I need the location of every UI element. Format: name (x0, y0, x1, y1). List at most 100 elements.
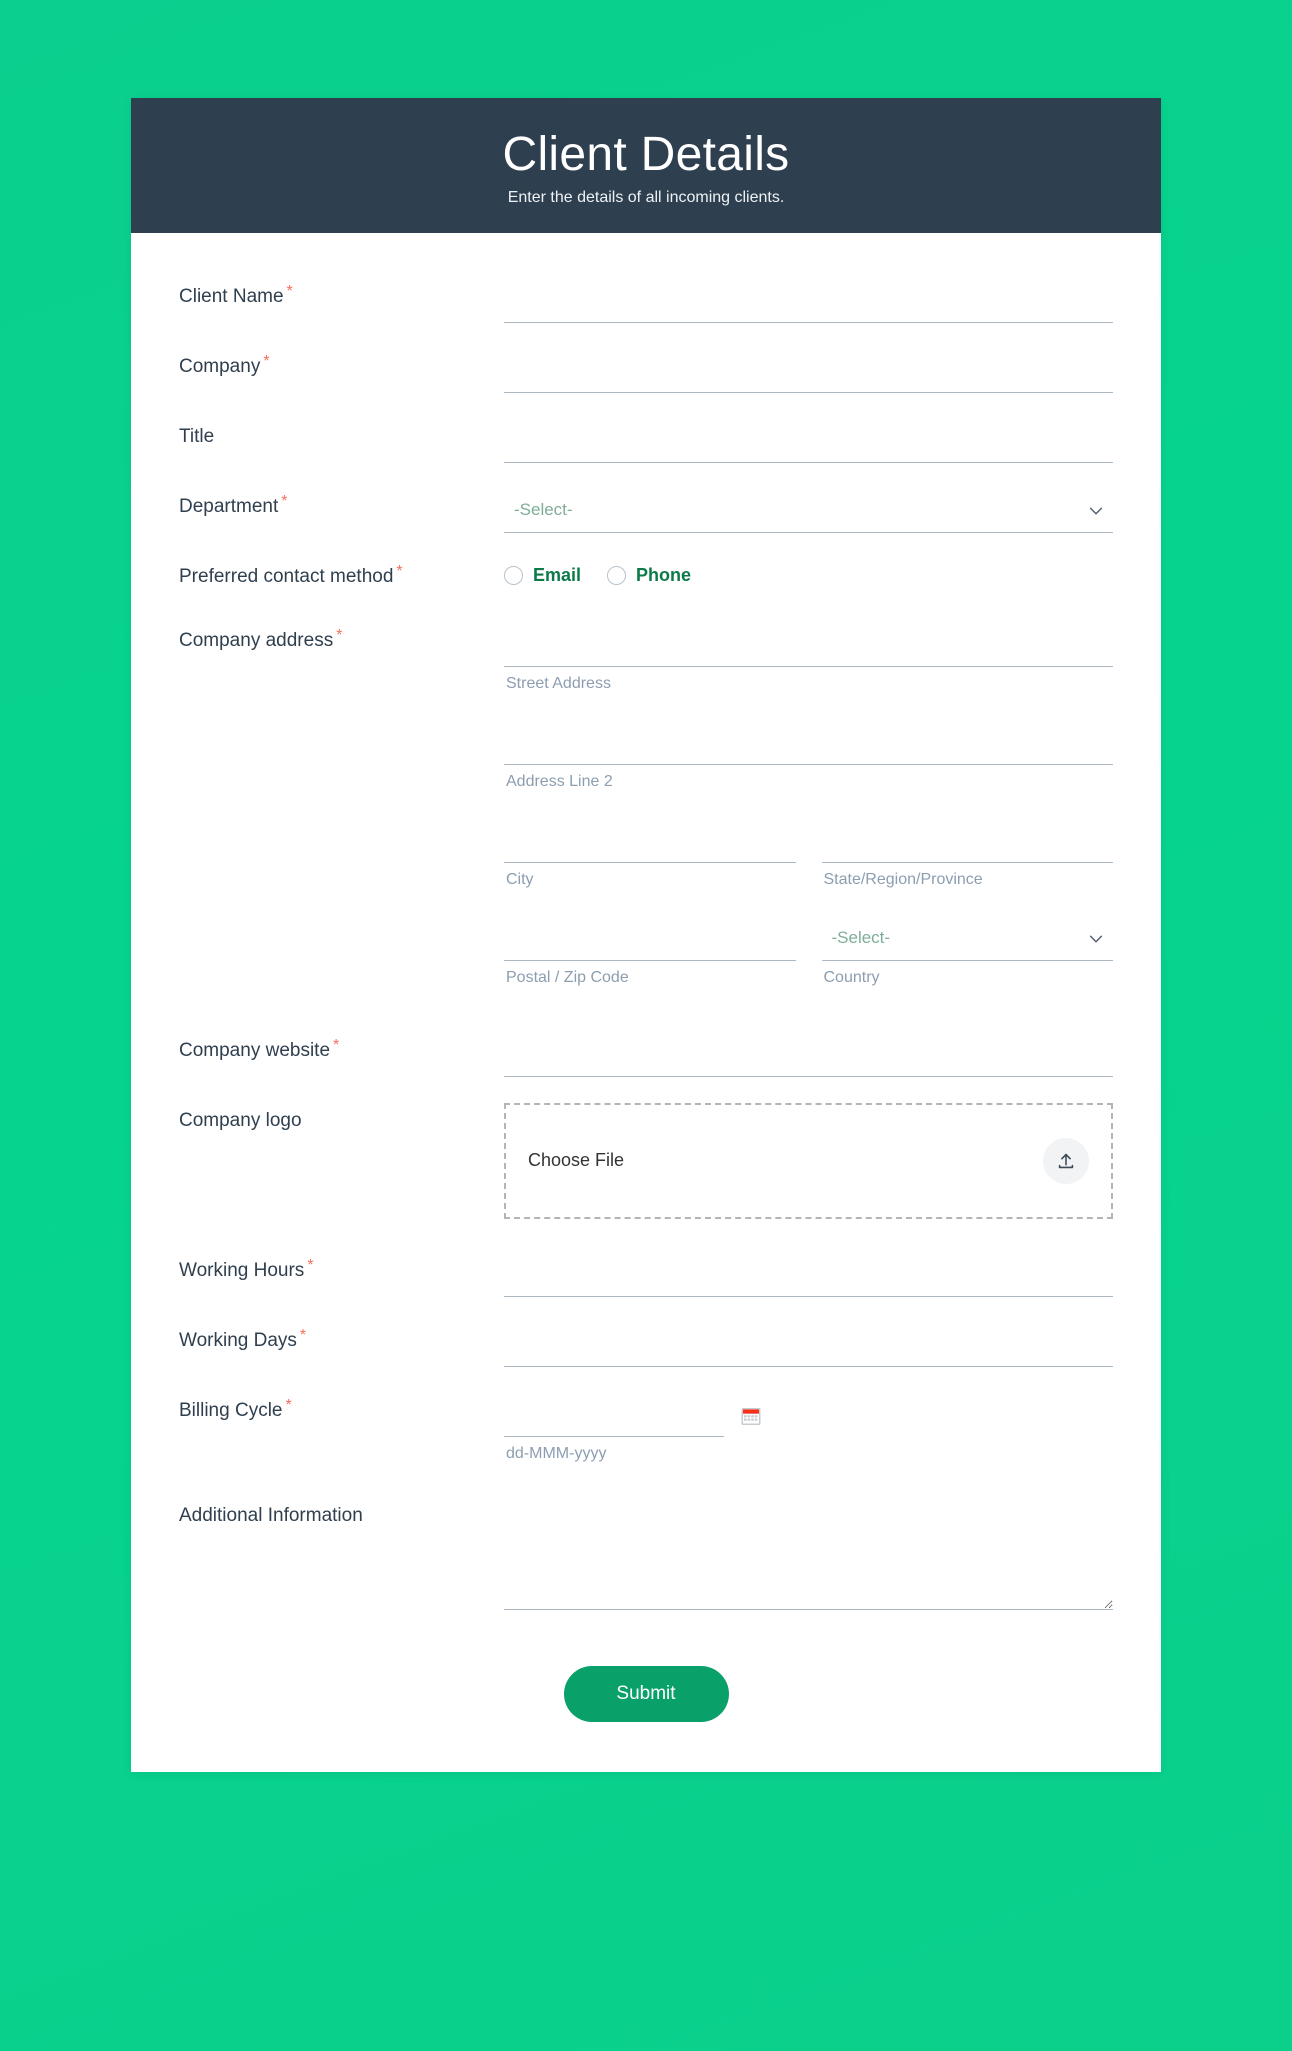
radio-option-phone[interactable]: Phone (607, 565, 691, 586)
field-company-website: Company website * (179, 1032, 1113, 1077)
label-company-address: Company address * (179, 623, 504, 654)
radio-label: Phone (636, 564, 692, 585)
radio-label: Email (533, 564, 582, 585)
required-marker: * (286, 282, 293, 300)
label-text: Company logo (179, 1109, 302, 1131)
form-body: Client Name * Company * Title Department… (131, 233, 1161, 1773)
page-title: Client Details (502, 128, 790, 181)
control-working-days (504, 1322, 1113, 1367)
working-hours-input[interactable] (504, 1252, 1113, 1297)
field-company-logo: Company logo Choose File (179, 1102, 1113, 1219)
field-title: Title (179, 418, 1113, 463)
upload-icon[interactable] (1043, 1137, 1089, 1184)
choose-file-label: Choose File (528, 1150, 625, 1171)
address-line-2-input[interactable] (504, 721, 1113, 766)
chevron-down-icon (1087, 502, 1105, 520)
field-additional-information: Additional Information (179, 1498, 1113, 1611)
department-select[interactable]: -Select- (504, 489, 1113, 533)
state-input[interactable] (821, 818, 1113, 863)
street-address-input[interactable] (504, 623, 1113, 668)
required-marker: * (333, 1036, 340, 1054)
control-contact-method: Email Phone (504, 559, 1113, 586)
field-client-name: Client Name * (179, 278, 1113, 323)
control-client-name (504, 278, 1113, 323)
required-marker: * (285, 1396, 292, 1414)
state-sublabel: State/Region/Province (823, 870, 983, 888)
file-upload-dropzone[interactable]: Choose File (504, 1102, 1113, 1219)
submit-row: Submit (179, 1610, 1113, 1732)
working-days-input[interactable] (504, 1322, 1113, 1367)
department-select-value: -Select- (514, 499, 573, 519)
billing-cycle-date-input[interactable] (504, 1392, 724, 1437)
label-client-name: Client Name * (179, 279, 504, 310)
address-postal-country-row: Postal / Zip Code -Select- Country (504, 916, 1113, 989)
control-working-hours (504, 1252, 1113, 1297)
label-company-website: Company website * (179, 1033, 504, 1064)
control-company-address: Street Address Address Line 2 City State… (504, 623, 1113, 988)
postal-code-input[interactable] (504, 916, 796, 961)
label-working-hours: Working Hours * (179, 1253, 504, 1284)
field-working-days: Working Days * (179, 1322, 1113, 1367)
company-input[interactable] (504, 348, 1113, 393)
field-department: Department * -Select- (179, 489, 1113, 533)
company-website-input[interactable] (504, 1032, 1113, 1077)
label-billing-cycle: Billing Cycle * (179, 1393, 504, 1424)
address-line-2: Address Line 2 (504, 721, 1113, 793)
label-title: Title (179, 419, 504, 450)
country-select[interactable]: -Select- (821, 917, 1113, 961)
label-text: Company (179, 355, 261, 377)
page-subtitle: Enter the details of all incoming client… (507, 188, 785, 206)
control-department: -Select- (504, 489, 1113, 533)
label-text: Working Hours (179, 1259, 305, 1281)
calendar-icon[interactable] (740, 1405, 762, 1427)
radio-circle-icon (504, 565, 523, 585)
required-marker: * (307, 1256, 314, 1274)
label-text: Preferred contact method (179, 565, 394, 587)
required-marker: * (299, 1326, 307, 1344)
city-sublabel: City (506, 870, 534, 888)
required-marker: * (281, 492, 288, 510)
label-text: Company address (179, 630, 334, 652)
label-text: Company website (179, 1039, 331, 1061)
submit-button[interactable]: Submit (563, 1666, 729, 1723)
address-postal: Postal / Zip Code (504, 916, 796, 989)
control-additional-information (504, 1498, 1113, 1611)
form-card: Client Details Enter the details of all … (131, 98, 1161, 1773)
client-name-input[interactable] (504, 278, 1113, 323)
required-marker: * (336, 627, 343, 645)
label-working-days: Working Days * (179, 1323, 504, 1354)
field-contact-method: Preferred contact method * Email Phone (179, 559, 1113, 590)
chevron-down-icon (1087, 930, 1105, 948)
label-text: Additional Information (179, 1505, 363, 1527)
contact-method-radio-group: Email Phone (504, 559, 1113, 586)
radio-option-email[interactable]: Email (504, 565, 581, 586)
label-company: Company * (179, 349, 504, 380)
control-company-website (504, 1032, 1113, 1077)
required-marker: * (263, 352, 270, 370)
country-select-value: -Select- (831, 927, 891, 947)
field-company: Company * (179, 348, 1113, 393)
billing-cycle-format-hint: dd-MMM-yyyy (506, 1444, 607, 1462)
field-working-hours: Working Hours * (179, 1252, 1113, 1297)
title-input[interactable] (504, 418, 1113, 463)
label-additional-information: Additional Information (179, 1498, 504, 1529)
address-line-2-sublabel: Address Line 2 (506, 773, 613, 791)
address-state: State/Region/Province (821, 818, 1113, 891)
label-text: Department (179, 495, 279, 517)
address-city: City (504, 818, 796, 891)
city-input[interactable] (504, 818, 796, 863)
label-company-logo: Company logo (179, 1103, 504, 1134)
address-city-state-row: City State/Region/Province (504, 818, 1113, 891)
additional-information-textarea[interactable] (504, 1498, 1113, 1611)
